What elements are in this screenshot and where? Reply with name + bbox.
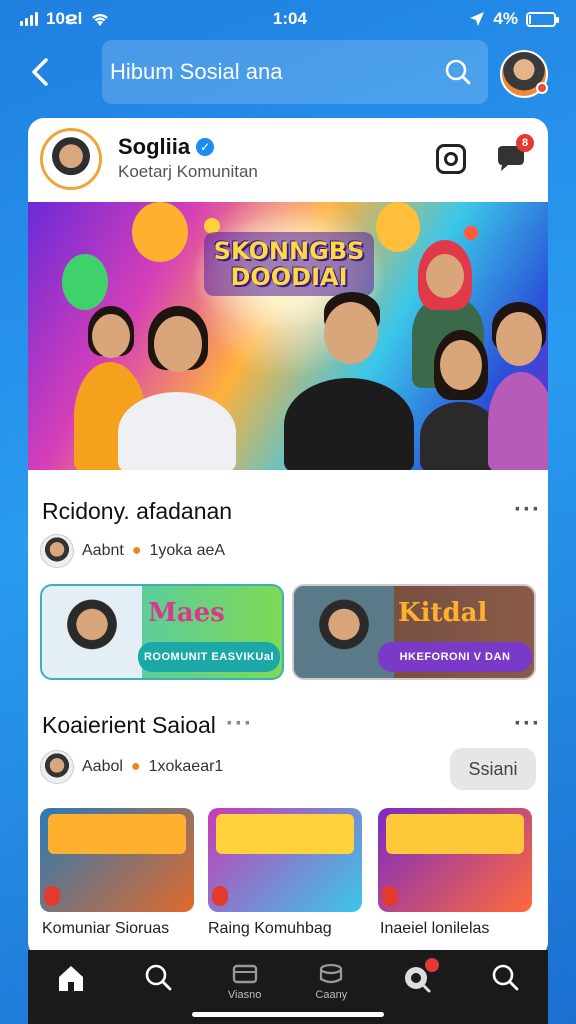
profile-subtitle: Koetarj Komunitan [118,162,258,181]
nav-home[interactable] [36,962,106,997]
status-time: 1:04 [272,9,307,28]
promo-photo [294,586,394,678]
search-input[interactable] [110,59,444,85]
balloon [376,202,420,252]
online-indicator [536,82,548,94]
thumbnail-label[interactable]: Raing Komuhbag [208,920,332,938]
person-figure [488,302,548,470]
promo-card[interactable]: Kitdal HKEFORONI V DAN [292,584,536,680]
chevron-left-icon [32,58,48,86]
nav-community[interactable]: Caany [296,962,366,1001]
home-icon [59,966,84,991]
signal-icon [20,12,38,26]
video-icon [232,964,257,984]
thumbnail-banner [48,814,186,854]
nav-videos[interactable]: Viasno [210,962,280,1001]
profile-name: Sogliia [118,134,191,159]
search-icon [492,964,519,991]
profile-header: Sogliia ✓ Koetarj Komunitan 8 [28,118,548,202]
creator-name: Aabol [82,758,123,775]
section-title: Rcidony. afadanan [42,498,233,524]
creator-row[interactable]: Aabnt ● 1yoka aeA [40,534,225,568]
search-icon [145,964,172,991]
nav-notifications[interactable] [383,958,453,997]
more-options-icon[interactable]: ··· [514,496,541,524]
balloon [464,226,478,240]
thumbnail-tag [382,886,398,906]
battery-icon [526,11,559,27]
creator-avatar [40,534,74,568]
more-options-icon[interactable]: ··· [514,710,541,738]
balloon [62,254,108,310]
nav-label: Viasno [227,989,262,1001]
thumbnail-banner [216,814,354,854]
hero-banner[interactable]: SKONNGBS DOODIAI [28,202,548,470]
nav-label: Caany [315,989,348,1001]
flame-icon: ● [130,758,141,775]
creator-avatar [40,750,74,784]
home-indicator[interactable] [192,1012,384,1017]
promo-button[interactable]: ROOMUNIT EASVIKUal [138,642,280,672]
promo-button[interactable]: HKEFORONI V DAN [378,642,532,672]
creator-row[interactable]: Aabol ● 1xokaear1 [40,750,223,784]
notification-badge [424,958,439,972]
creator-tag: 1yoka aeA [149,542,226,559]
creator-tag: 1xokaear1 [148,758,224,775]
promo-headline: Kitdal [398,598,488,628]
thumbnail-tag [212,886,228,906]
search-icon[interactable] [444,58,472,86]
promo-headline: Maes [148,598,225,628]
chat-badge: 8 [516,134,534,152]
flame-icon: ● [131,542,142,559]
verified-icon: ✓ [196,138,215,156]
battery-percent: 4% [493,9,518,28]
search-bar [102,40,488,104]
user-avatar[interactable] [500,50,548,98]
video-thumbnail[interactable] [378,808,532,912]
top-bar [0,40,576,106]
more-options-icon[interactable]: ··· [226,710,253,738]
video-thumbnail[interactable] [40,808,194,912]
thumbnail-banner [386,814,524,854]
location-icon [470,12,485,26]
promo-card[interactable]: Maes ROOMUNIT EASVIKUal [40,584,284,680]
creator-name: Aabnt [82,542,124,559]
nav-explore[interactable] [470,962,540,995]
status-left: 10ຂl [20,9,110,29]
nav-search[interactable] [123,962,193,995]
profile-avatar[interactable] [40,128,102,190]
battery-fill [529,14,531,24]
person-figure [118,306,236,470]
thumbnail-label[interactable]: Komuniar Sioruas [42,920,169,938]
video-thumbnail[interactable] [208,808,362,912]
instagram-icon[interactable] [436,144,466,174]
promo-photo [42,586,142,678]
section-title: Koaierient Saioal [42,712,216,738]
thumbnail-tag [44,886,60,906]
back-button[interactable] [22,54,58,90]
status-right: 4% [469,9,559,29]
section-action-button[interactable]: Ssiani [450,748,536,790]
balloon [132,202,188,262]
thumbnail-label[interactable]: Inaeiel lonilelas [380,920,489,938]
wifi-icon [92,13,109,26]
person-figure [284,292,414,470]
feed-card: Sogliia ✓ Koetarj Komunitan 8 SKONNGBS D… [28,118,548,958]
hero-title: SKONNGBS DOODIAI [204,232,374,296]
signal-label: 10ຂl [46,9,83,28]
community-icon [320,963,343,984]
profile-name-row[interactable]: Sogliia ✓ [118,134,215,160]
status-bar: 10ຂl 1:04 4% [0,0,576,38]
